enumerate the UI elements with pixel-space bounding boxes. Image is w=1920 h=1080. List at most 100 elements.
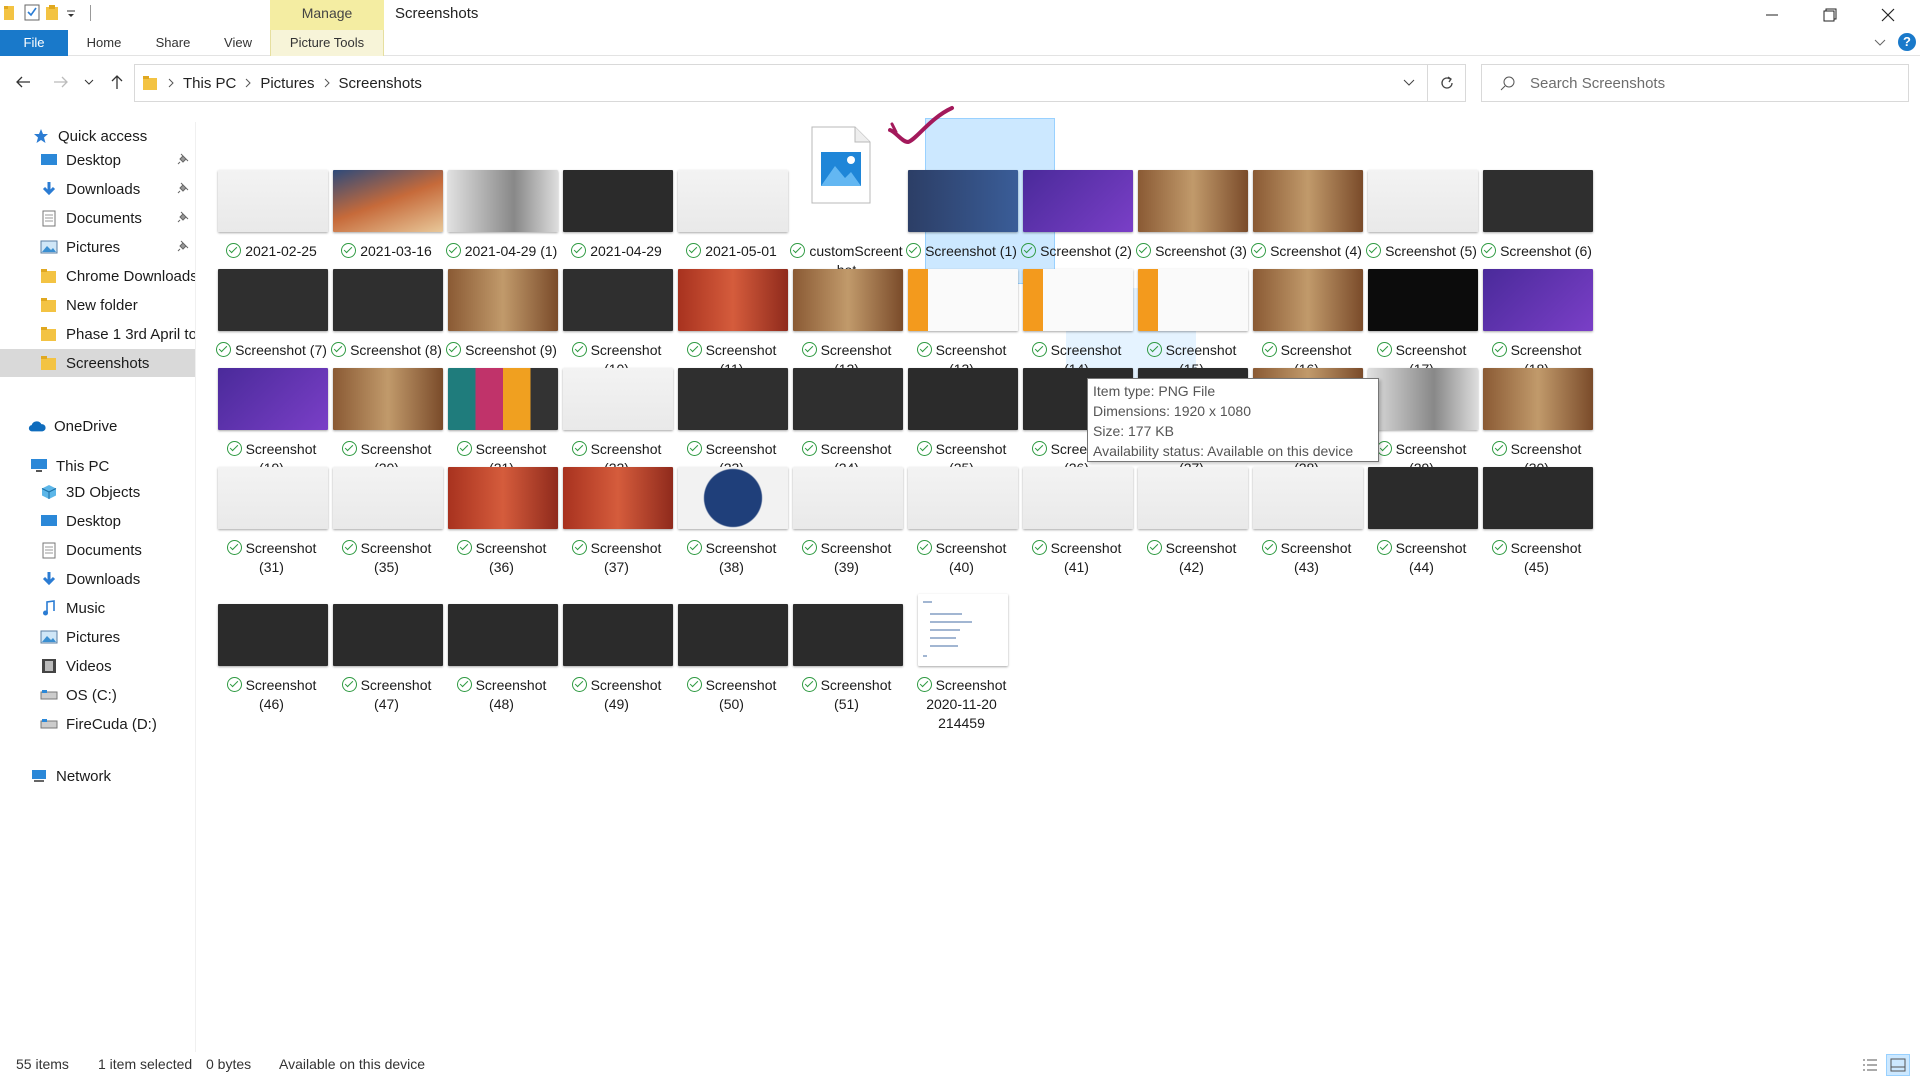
star-icon xyxy=(32,127,50,145)
forward-arrow-icon xyxy=(54,76,68,88)
file-item[interactable]: Screenshot 2020-11-20 214459 xyxy=(891,538,1020,731)
folder-icon xyxy=(40,325,58,343)
new-folder-icon[interactable] xyxy=(46,4,60,21)
nav-item-screenshots[interactable]: Screenshots xyxy=(0,349,195,377)
file-item[interactable]: Screenshot (46) xyxy=(201,538,330,712)
sync-status-icon xyxy=(686,677,702,692)
file-name-text: (41) xyxy=(1064,559,1089,575)
nav-label: Videos xyxy=(66,657,112,675)
forward-button[interactable] xyxy=(50,70,72,94)
up-button[interactable] xyxy=(106,70,128,94)
breadcrumb-pictures[interactable]: Pictures xyxy=(260,75,314,92)
manage-context-tab[interactable]: Manage xyxy=(270,0,384,30)
nav-item-music[interactable]: Music xyxy=(0,594,195,622)
computer-icon xyxy=(30,457,48,475)
address-dropdown-icon[interactable] xyxy=(1403,79,1415,87)
tab-file[interactable]: File xyxy=(0,30,68,56)
file-item[interactable]: Screenshot (31) xyxy=(201,401,330,575)
nav-item-pictures[interactable]: Pictures xyxy=(0,233,195,261)
file-item[interactable]: Screenshot (51) xyxy=(776,538,905,712)
address-bar[interactable]: This PC Pictures Screenshots xyxy=(134,64,1428,102)
tab-home[interactable]: Home xyxy=(82,30,126,56)
nav-item-pictures[interactable]: Pictures xyxy=(0,623,195,651)
sync-status-icon xyxy=(456,677,472,692)
properties-icon[interactable] xyxy=(24,4,40,21)
search-input[interactable] xyxy=(1530,74,1890,92)
breadcrumb-this-pc[interactable]: This PC xyxy=(183,75,236,92)
nav-item-3d-objects[interactable]: 3D Objects xyxy=(0,478,195,506)
expand-ribbon-icon[interactable] xyxy=(1874,38,1886,48)
file-name-text: (45) xyxy=(1524,559,1549,575)
file-name-text: Screenshot xyxy=(360,677,432,693)
pin-icon xyxy=(177,181,189,198)
folder-icon xyxy=(143,76,157,90)
title-bar: Manage Screenshots xyxy=(0,0,1920,30)
nav-item-phase-1-3rd-april-to[interactable]: Phase 1 3rd April to xyxy=(0,320,195,348)
tab-picture-tools[interactable]: Picture Tools xyxy=(270,30,384,56)
breadcrumb-screenshots[interactable]: Screenshots xyxy=(339,75,422,92)
close-button[interactable] xyxy=(1859,0,1917,30)
file-item[interactable]: Screenshot (38) xyxy=(661,401,790,575)
file-name-text: (50) xyxy=(719,696,744,712)
videos-icon xyxy=(40,657,58,675)
file-item[interactable]: Screenshot (39) xyxy=(776,401,905,575)
file-thumbnail xyxy=(793,467,903,529)
nav-label: Network xyxy=(56,767,112,785)
sync-status-icon xyxy=(801,677,817,692)
nav-this-pc[interactable]: This PC xyxy=(0,452,195,480)
file-item[interactable]: Screenshot (50) xyxy=(661,538,790,712)
file-item[interactable]: Screenshot (40) xyxy=(891,401,1020,575)
nav-item-desktop[interactable]: Desktop xyxy=(0,507,195,535)
file-thumbnail xyxy=(678,604,788,666)
file-thumbnail xyxy=(1138,467,1248,529)
file-item[interactable]: Screenshot (37) xyxy=(546,401,675,575)
nav-item-desktop[interactable]: Desktop xyxy=(0,146,195,174)
nav-item-new-folder[interactable]: New folder xyxy=(0,291,195,319)
file-item[interactable]: Screenshot (35) xyxy=(316,401,445,575)
file-item[interactable]: Screenshot (36) xyxy=(431,401,560,575)
nav-item-os-c[interactable]: OS (C:) xyxy=(0,681,195,709)
refresh-button[interactable] xyxy=(1428,64,1466,102)
search-box[interactable] xyxy=(1481,64,1909,102)
nav-label: Downloads xyxy=(66,180,141,198)
nav-label: Documents xyxy=(66,541,142,559)
minimize-button[interactable] xyxy=(1743,0,1801,30)
nav-label: New folder xyxy=(66,296,138,314)
file-name-text: Screenshot xyxy=(1050,540,1122,556)
restore-button[interactable] xyxy=(1801,0,1859,30)
file-item[interactable]: Screenshot (45) xyxy=(1466,401,1595,575)
download-icon xyxy=(40,180,58,198)
tab-view[interactable]: View xyxy=(218,30,258,56)
file-name-text: (46) xyxy=(259,696,284,712)
help-icon[interactable]: ? xyxy=(1898,33,1916,51)
file-name-text: Screenshot xyxy=(1395,540,1467,556)
customize-dropdown-icon[interactable] xyxy=(66,7,76,19)
nav-item-downloads[interactable]: Downloads xyxy=(0,565,195,593)
nav-item-chrome-downloads[interactable]: Chrome Downloads xyxy=(0,262,195,290)
nav-item-documents[interactable]: Documents xyxy=(0,204,195,232)
nav-label: Chrome Downloads xyxy=(66,267,195,285)
file-item[interactable]: Screenshot (47) xyxy=(316,538,445,712)
nav-network[interactable]: Network xyxy=(0,762,195,790)
file-thumbnail xyxy=(333,467,443,529)
file-item[interactable]: Screenshot (49) xyxy=(546,538,675,712)
nav-label: This PC xyxy=(56,457,110,475)
nav-item-documents[interactable]: Documents xyxy=(0,536,195,564)
recent-locations-button[interactable] xyxy=(82,70,96,94)
file-item[interactable]: Screenshot (48) xyxy=(431,538,560,712)
minimize-icon xyxy=(1766,14,1778,16)
nav-label: Quick access xyxy=(58,127,148,145)
nav-label: 3D Objects xyxy=(66,483,141,501)
large-icons-view-button[interactable] xyxy=(1886,1054,1910,1076)
back-button[interactable] xyxy=(12,70,34,94)
details-view-button[interactable] xyxy=(1858,1054,1882,1076)
nav-item-videos[interactable]: Videos xyxy=(0,652,195,680)
item-count: 55 items xyxy=(16,1056,69,1072)
folder-icon[interactable] xyxy=(4,4,18,21)
tooltip-size: Size: 177 KB xyxy=(1093,423,1174,439)
nav-onedrive[interactable]: OneDrive xyxy=(0,412,195,440)
nav-item-downloads[interactable]: Downloads xyxy=(0,175,195,203)
tab-share[interactable]: Share xyxy=(150,30,196,56)
nav-item-firecuda-d[interactable]: FireCuda (D:) xyxy=(0,710,195,738)
file-list-view[interactable]: 2021-02-25 2021-03-16 2021-04-29 (1) 2021-0… xyxy=(196,104,1920,1052)
